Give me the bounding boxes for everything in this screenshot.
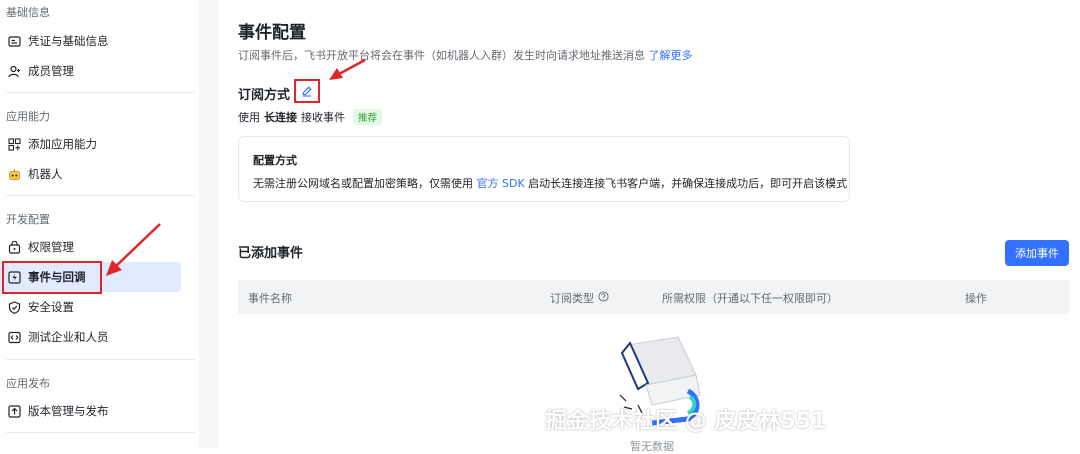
sidebar-divider <box>6 195 195 196</box>
annotation-box-events <box>2 261 102 294</box>
use-method: 长连接 <box>264 111 297 124</box>
sidebar-item-test-users[interactable]: 测试企业和人员 <box>0 322 181 352</box>
sidebar-item-robot[interactable]: 机器人 <box>0 159 181 189</box>
column-header-required-permissions: 所需权限（开通以下任一权限即可） <box>662 290 838 306</box>
sidebar-item-label: 权限管理 <box>28 240 74 254</box>
header-label: 事件名称 <box>248 292 292 305</box>
sidebar-divider <box>6 359 195 360</box>
sidebar-item-label: 成员管理 <box>28 64 74 78</box>
header-label: 订阅类型 <box>550 292 594 305</box>
annotation-box-edit <box>294 79 320 103</box>
content-gap <box>199 0 218 448</box>
recommend-badge: 推荐 <box>353 109 383 125</box>
section-title-publish: 应用发布 <box>6 377 50 390</box>
section-title-basic: 基础信息 <box>6 6 50 19</box>
sidebar-item-security[interactable]: 安全设置 <box>0 292 181 322</box>
sidebar-item-label: 添加应用能力 <box>28 137 97 151</box>
column-header-subscription-type: 订阅类型 <box>550 290 609 306</box>
card-title: 配置方式 <box>253 154 297 167</box>
subscription-label: 订阅方式 <box>238 88 291 103</box>
empty-state-text: 暂无数据 <box>630 440 674 453</box>
robot-icon <box>7 167 21 181</box>
header-label: 所需权限（开通以下任一权限即可） <box>662 292 838 305</box>
sidebar-item-members[interactable]: 成员管理 <box>0 56 181 86</box>
help-icon[interactable] <box>598 291 609 305</box>
sidebar-divider <box>6 92 195 93</box>
events-table-header: 事件名称 订阅类型 所需权限（开通以下任一权限即可） 操作 <box>238 280 1069 314</box>
sidebar-item-label: 版本管理与发布 <box>28 404 109 418</box>
page-description: 订阅事件后，飞书开放平台将会在事件（如机器人入群）发生时向请求地址推送消息 了解… <box>238 47 693 63</box>
upload-icon <box>7 404 21 418</box>
sidebar-item-label: 安全设置 <box>28 300 74 314</box>
sidebar-item-label: 凭证与基础信息 <box>28 34 109 48</box>
added-events-title: 已添加事件 <box>238 246 304 261</box>
column-header-actions: 操作 <box>965 290 987 306</box>
app-grid-icon <box>7 137 21 151</box>
official-sdk-link[interactable]: 官方 SDK <box>477 177 525 190</box>
sidebar-item-versions[interactable]: 版本管理与发布 <box>0 396 181 426</box>
card-text-before: 无需注册公网域名或配置加密策略，仅需使用 <box>253 177 473 190</box>
learn-more-link[interactable]: 了解更多 <box>649 49 693 62</box>
header-label: 操作 <box>965 292 987 305</box>
sidebar-divider <box>6 432 195 433</box>
sidebar-item-add-capability[interactable]: 添加应用能力 <box>0 129 181 159</box>
config-method-card: 配置方式 无需注册公网域名或配置加密策略，仅需使用 官方 SDK 启动长连接连接… <box>238 136 850 202</box>
shield-icon <box>7 300 21 314</box>
description-text: 订阅事件后，飞书开放平台将会在事件（如机器人入群）发生时向请求地址推送消息 <box>238 49 645 62</box>
page-title: 事件配置 <box>238 23 306 43</box>
sidebar-item-credentials[interactable]: 凭证与基础信息 <box>0 26 181 56</box>
sidebar-item-label: 测试企业和人员 <box>28 330 109 344</box>
user-add-icon <box>7 64 21 78</box>
sidebar-item-label: 机器人 <box>28 167 63 181</box>
annotation-arrow-edit <box>329 58 366 80</box>
id-card-icon <box>7 34 21 48</box>
subscription-method-line: 使用 长连接 接收事件 推荐 <box>238 109 383 125</box>
section-title-dev-config: 开发配置 <box>6 213 50 226</box>
code-icon <box>7 330 21 344</box>
card-text: 无需注册公网域名或配置加密策略，仅需使用 官方 SDK 启动长连接连接飞书客户端… <box>253 175 847 191</box>
key-icon <box>7 240 21 254</box>
use-suffix: 接收事件 <box>301 111 345 124</box>
add-event-button[interactable]: 添加事件 <box>1005 240 1069 266</box>
column-header-event-name: 事件名称 <box>248 290 292 306</box>
use-prefix: 使用 <box>238 111 260 124</box>
section-title-capabilities: 应用能力 <box>6 110 50 123</box>
annotation-arrow-sidebar <box>106 223 161 276</box>
watermark: 掘金技术社区 @ 皮皮林551 <box>545 409 827 434</box>
card-text-after: 启动长连接连接飞书客户端，并确保连接成功后，即可开启该模式 <box>528 177 848 190</box>
